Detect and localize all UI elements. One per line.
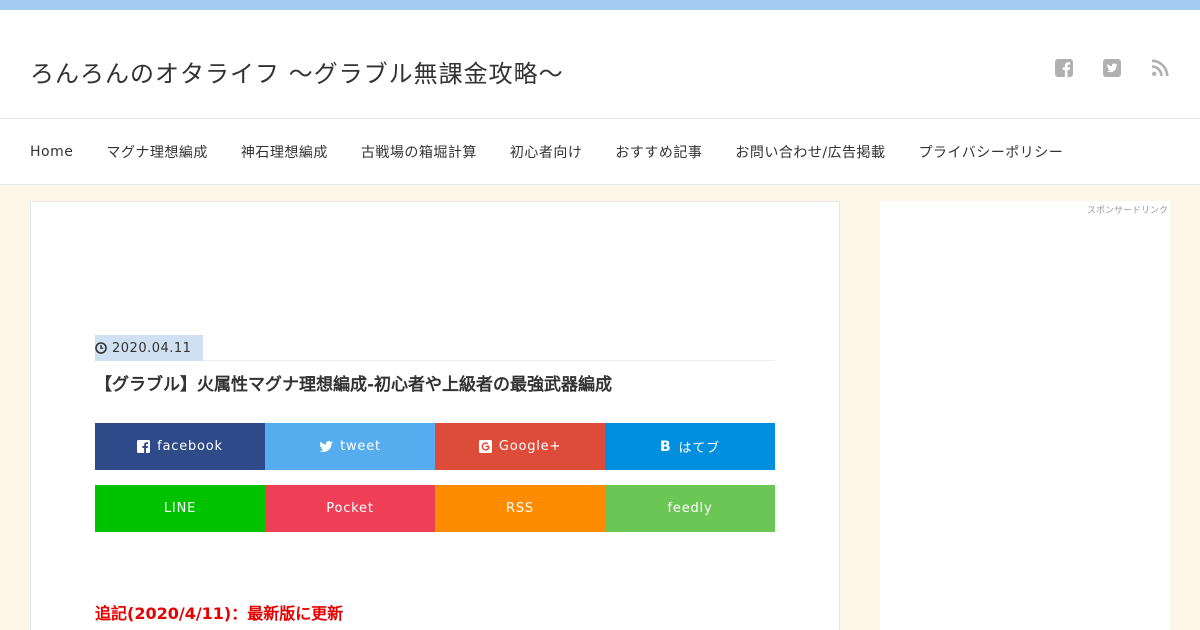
main-article: 2020.04.11 【グラブル】火属性マグナ理想編成-初心者や上級者の最強武器… xyxy=(30,201,840,630)
share-pocket-button[interactable]: Pocket xyxy=(265,485,435,532)
share-buttons-row-2: LINE Pocket RSS feedly xyxy=(95,485,775,532)
header-social-icons xyxy=(1054,58,1170,78)
twitter-icon xyxy=(319,440,334,453)
share-hatena-button[interactable]: B はてブ xyxy=(605,423,775,470)
share-buttons-row-1: facebook tweet Google+ B はてブ xyxy=(95,423,775,470)
share-google-plus-button[interactable]: Google+ xyxy=(435,423,605,470)
post-date-badge: 2020.04.11 xyxy=(95,335,203,361)
twitter-icon[interactable] xyxy=(1102,58,1122,78)
share-hatena-label: はてブ xyxy=(678,441,720,456)
post-title: 【グラブル】火属性マグナ理想編成-初心者や上級者の最強武器編成 xyxy=(95,375,613,395)
google-plus-icon xyxy=(478,440,492,453)
facebook-icon xyxy=(137,440,151,453)
site-title[interactable]: ろんろんのオタライフ ～グラブル無課金攻略～ xyxy=(30,54,564,89)
share-facebook-button[interactable]: facebook xyxy=(95,423,265,470)
share-line-label: LINE xyxy=(163,501,197,516)
site-header: ろんろんのオタライフ ～グラブル無課金攻略～ xyxy=(0,10,1200,118)
share-tweet-button[interactable]: tweet xyxy=(265,423,435,470)
facebook-icon[interactable] xyxy=(1054,58,1074,78)
share-facebook-label: facebook xyxy=(157,439,223,454)
nav-item-contact[interactable]: お問い合わせ/広告掲載 xyxy=(735,142,885,162)
nav-item-home[interactable]: Home xyxy=(30,144,73,160)
global-nav: Home マグナ理想編成 神石理想編成 古戦場の箱堀計算 初心者向け おすすめ記… xyxy=(0,118,1200,185)
nav-item-recommended[interactable]: おすすめ記事 xyxy=(615,142,702,162)
nav-item-beginner[interactable]: 初心者向け xyxy=(510,142,583,162)
content-area: 2020.04.11 【グラブル】火属性マグナ理想編成-初心者や上級者の最強武器… xyxy=(0,185,1200,630)
nav-item-kamiishi[interactable]: 神石理想編成 xyxy=(241,142,328,162)
share-feedly-label: feedly xyxy=(667,501,713,516)
share-tweet-label: tweet xyxy=(340,439,381,454)
rss-icon[interactable] xyxy=(1150,58,1170,78)
nav-item-magna[interactable]: マグナ理想編成 xyxy=(106,142,208,162)
top-accent-bar xyxy=(0,0,1200,10)
share-pocket-label: Pocket xyxy=(326,501,374,516)
clock-icon xyxy=(95,342,107,354)
share-rss-label: RSS xyxy=(506,501,534,516)
nav-item-kosenjo[interactable]: 古戦場の箱堀計算 xyxy=(361,142,477,162)
share-google-plus-label: Google+ xyxy=(498,439,562,454)
post-date: 2020.04.11 xyxy=(112,340,192,356)
share-feedly-button[interactable]: feedly xyxy=(605,485,775,532)
share-rss-button[interactable]: RSS xyxy=(435,485,605,532)
update-note: 追記(2020/4/11)：最新版に更新 xyxy=(95,604,344,623)
sidebar: スポンサードリンク xyxy=(880,201,1170,630)
nav-item-privacy[interactable]: プライバシーポリシー xyxy=(919,142,1064,162)
share-line-button[interactable]: LINE xyxy=(95,485,265,532)
post-date-row: 2020.04.11 xyxy=(95,335,775,361)
hatena-icon: B xyxy=(660,438,672,455)
sponsor-label: スポンサードリンク xyxy=(1086,206,1168,216)
